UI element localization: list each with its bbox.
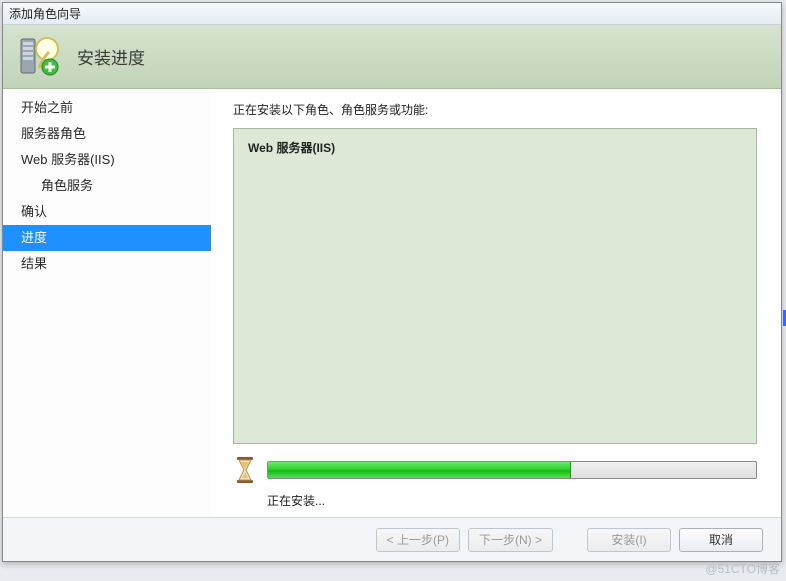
sidebar-item-1[interactable]: 服务器角色 — [3, 121, 211, 147]
sidebar-item-3[interactable]: 角色服务 — [3, 173, 211, 199]
sidebar-item-label: 进度 — [21, 230, 47, 245]
description-text: 正在安装以下角色、角色服务或功能: — [233, 101, 757, 118]
sidebar-item-label: 结果 — [21, 256, 47, 271]
titlebar[interactable]: 添加角色向导 — [3, 3, 781, 25]
hourglass-icon — [233, 456, 257, 484]
wizard-body: 开始之前服务器角色 Web 服务器(IIS) 角色服务确认进度结果 正在安装以下角色… — [3, 89, 781, 517]
next-button[interactable]: 下一步(N) > — [468, 528, 553, 552]
window-title: 添加角色向导 — [9, 5, 81, 22]
sidebar-item-0[interactable]: 开始之前 — [3, 95, 211, 121]
status-text: 正在安装... — [267, 492, 757, 509]
install-button[interactable]: 安装(I) — [587, 528, 671, 552]
wizard-footer: < 上一步(P) 下一步(N) > 安装(I) 取消 — [3, 517, 781, 561]
sidebar-item-label: 服务器角色 — [21, 126, 86, 141]
page-title: 安装进度 — [77, 44, 145, 69]
progress-bar — [267, 461, 757, 479]
wizard-window: 添加角色向导 安装进度 开始之前服务器角色 Web 服务器(IIS) 角色服务确认进… — [2, 2, 782, 562]
panel-heading: Web 服务器(IIS) — [248, 139, 742, 156]
main-pane: 正在安装以下角色、角色服务或功能: Web 服务器(IIS) — [211, 89, 781, 517]
progress-fill — [268, 462, 571, 478]
sidebar-item-5[interactable]: 进度 — [3, 225, 211, 251]
sidebar-item-6[interactable]: 结果 — [3, 251, 211, 277]
sidebar: 开始之前服务器角色 Web 服务器(IIS) 角色服务确认进度结果 — [3, 89, 211, 517]
sidebar-item-4[interactable]: 确认 — [3, 199, 211, 225]
sidebar-item-label: 确认 — [21, 204, 47, 219]
sidebar-item-label: 开始之前 — [21, 100, 73, 115]
watermark: @51CTO博客 — [705, 560, 780, 577]
server-add-icon — [17, 35, 61, 79]
prev-button[interactable]: < 上一步(P) — [376, 528, 460, 552]
install-panel: Web 服务器(IIS) — [233, 128, 757, 444]
wizard-header: 安装进度 — [3, 25, 781, 89]
sidebar-item-2[interactable]: Web 服务器(IIS) — [3, 147, 211, 173]
sidebar-item-label: Web 服务器(IIS) — [21, 152, 115, 167]
progress-row — [233, 456, 757, 484]
sidebar-item-label: 角色服务 — [41, 178, 93, 193]
cancel-button[interactable]: 取消 — [679, 528, 763, 552]
